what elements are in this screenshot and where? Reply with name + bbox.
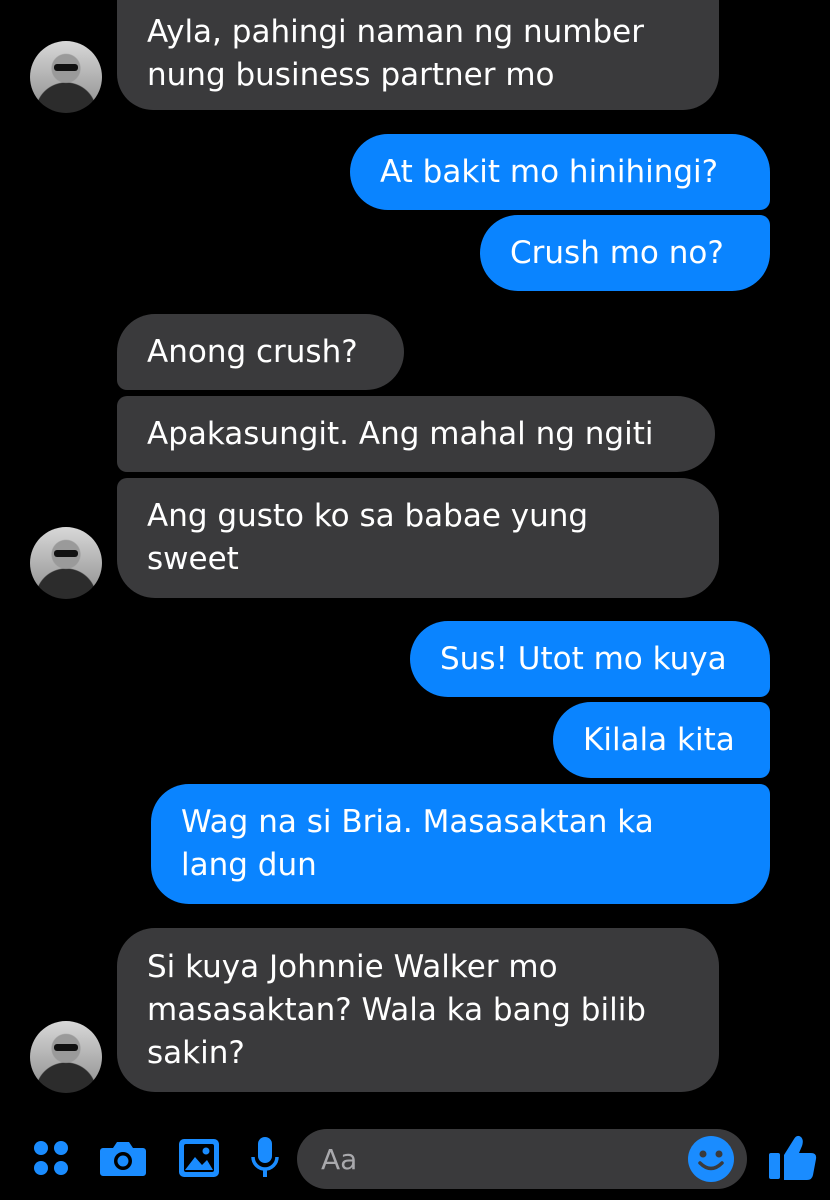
contact-avatar[interactable] bbox=[30, 1021, 102, 1093]
message-bubble-outgoing[interactable]: At bakit mo hinihingi? bbox=[350, 134, 770, 210]
apps-icon[interactable] bbox=[26, 1133, 76, 1183]
message-bubble-outgoing[interactable]: Sus! Utot mo kuya bbox=[410, 621, 770, 697]
message-text: Crush mo no? bbox=[510, 234, 724, 271]
thumbs-up-icon[interactable] bbox=[765, 1129, 821, 1185]
message-bubble-outgoing[interactable]: Wag na si Bria. Masasaktan ka lang dun bbox=[151, 784, 770, 904]
emoji-icon[interactable] bbox=[687, 1135, 735, 1183]
message-text: At bakit mo hinihingi? bbox=[380, 153, 719, 190]
message-text: sweet bbox=[147, 541, 239, 577]
camera-icon[interactable] bbox=[98, 1133, 148, 1183]
message-input-placeholder: Aa bbox=[321, 1142, 358, 1176]
message-text: Ang gusto ko sa babae yung bbox=[147, 498, 589, 534]
message-text: Sus! Utot mo kuya bbox=[440, 640, 727, 677]
message-text: Kilala kita bbox=[583, 721, 735, 758]
microphone-icon[interactable] bbox=[240, 1133, 290, 1183]
contact-avatar[interactable] bbox=[30, 527, 102, 599]
message-text: Anong crush? bbox=[147, 333, 358, 370]
message-bubble-outgoing[interactable]: Crush mo no? bbox=[480, 215, 770, 291]
message-input[interactable]: Aa bbox=[297, 1129, 747, 1189]
message-text: Si kuya Johnnie Walker mo bbox=[147, 948, 558, 985]
gallery-icon[interactable] bbox=[174, 1133, 224, 1183]
sunglasses-icon bbox=[54, 1044, 78, 1051]
message-text: Apakasungit. Ang mahal ng ngiti bbox=[147, 415, 654, 452]
message-text: sakin? bbox=[147, 1034, 245, 1071]
message-bubble-incoming[interactable]: Ayla, pahingi naman ng number nung busin… bbox=[117, 0, 719, 110]
message-text: nung business partner mo bbox=[147, 57, 555, 93]
sunglasses-icon bbox=[54, 64, 78, 71]
composer-bar: Aa bbox=[0, 1115, 830, 1200]
message-text: lang dun bbox=[181, 847, 317, 883]
message-text: Wag na si Bria. Masasaktan ka bbox=[181, 804, 654, 840]
sunglasses-icon bbox=[54, 550, 78, 557]
message-text: Ayla, pahingi naman ng number bbox=[147, 14, 644, 50]
message-bubble-incoming[interactable]: Apakasungit. Ang mahal ng ngiti bbox=[117, 396, 715, 472]
message-bubble-incoming[interactable]: Anong crush? bbox=[117, 314, 404, 390]
message-bubble-incoming[interactable]: Si kuya Johnnie Walker mo masasaktan? Wa… bbox=[117, 928, 719, 1092]
message-bubble-outgoing[interactable]: Kilala kita bbox=[553, 702, 770, 778]
contact-avatar[interactable] bbox=[30, 41, 102, 113]
message-text: masasaktan? Wala ka bang bilib bbox=[147, 991, 646, 1028]
message-bubble-incoming[interactable]: Ang gusto ko sa babae yung sweet bbox=[117, 478, 719, 598]
